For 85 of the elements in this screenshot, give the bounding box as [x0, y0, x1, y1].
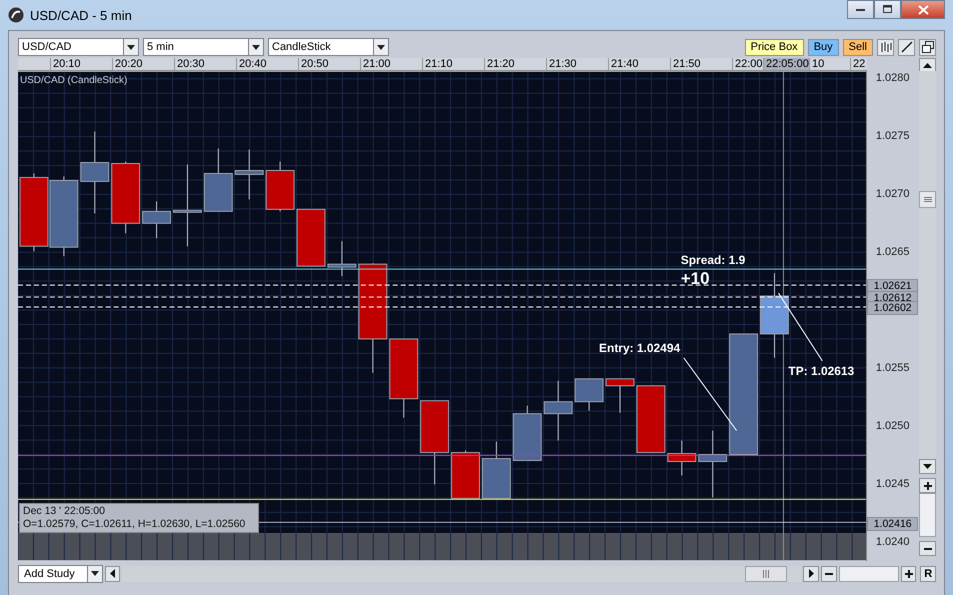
symbol-dropdown[interactable]: USD/CAD [18, 38, 139, 56]
time-label: 22 [850, 58, 866, 70]
minimize-button[interactable] [847, 0, 874, 19]
price-label: 1.0245 [874, 477, 910, 491]
window-title: USD/CAD - 5 min [30, 8, 132, 22]
price-label: 1.0280 [874, 71, 910, 85]
buy-button[interactable]: Buy [808, 38, 839, 56]
candlestick [234, 149, 264, 200]
plus-icon [924, 482, 932, 490]
chart-annotation: +10 [680, 269, 710, 288]
caret-icon [252, 44, 260, 50]
caret-icon [127, 44, 135, 50]
candlestick [606, 378, 634, 414]
maximize-button[interactable] [874, 0, 901, 19]
chart-annotation: Spread: 1.9 [680, 253, 746, 268]
left-arrow-icon [110, 569, 116, 578]
candlestick [204, 148, 233, 212]
scroll-right-button[interactable] [803, 566, 820, 582]
zoom-out-button[interactable] [919, 541, 936, 556]
sell-button[interactable]: Sell [842, 38, 873, 56]
time-label: 20:50 [298, 58, 329, 70]
candlestick [266, 161, 295, 212]
time-label: 21:40 [608, 58, 639, 70]
pencil-icon[interactable] [898, 38, 915, 56]
cursor-time-label: 22:05:00 [763, 58, 809, 70]
bars-icon[interactable] [877, 38, 894, 56]
caret-icon [377, 44, 385, 50]
caret-icon [90, 571, 99, 576]
minimize-icon [856, 8, 866, 12]
time-label: 20:40 [236, 58, 267, 70]
price-marker: 1.02416 [867, 517, 918, 531]
candlestick [574, 378, 604, 412]
info-date: Dec 13 ' 22:05:00 [23, 505, 106, 518]
zoom-in-button[interactable] [900, 566, 916, 582]
chart-title: USD/CAD (CandleStick) [20, 74, 128, 86]
chart-type-dropdown[interactable]: CandleStick [268, 38, 389, 56]
price-label: 1.0250 [874, 419, 910, 433]
price-label: 1.0270 [874, 187, 910, 201]
maximize-icon [882, 5, 892, 14]
candlestick [636, 385, 666, 454]
time-label: 21:20 [484, 58, 515, 70]
pricebox-button[interactable]: Price Box [744, 38, 804, 56]
candlestick [698, 430, 728, 498]
price-label: 1.0255 [874, 361, 910, 375]
time-label: 20:20 [112, 58, 143, 70]
time-label: 21:30 [546, 58, 577, 70]
down-arrow-icon [923, 464, 932, 469]
scroll-thumb[interactable] [745, 566, 788, 582]
plus-icon [904, 570, 913, 578]
zoom-in-button[interactable] [919, 478, 936, 493]
time-label: 20:30 [174, 58, 205, 70]
candlestick [512, 405, 542, 462]
candlestick [327, 240, 356, 277]
right-arrow-icon [808, 569, 814, 578]
close-icon [918, 4, 928, 14]
time-label: 20:10 [50, 58, 81, 70]
chart-annotation: Entry: 1.02494 [599, 340, 680, 355]
reset-button[interactable]: R [920, 566, 936, 582]
price-marker: 1.02602 [867, 301, 918, 315]
zoom-out-button[interactable] [821, 566, 837, 582]
time-label: 21:10 [422, 58, 453, 70]
scroll-left-button[interactable] [104, 566, 120, 582]
scroll-thumb[interactable] [919, 191, 936, 208]
leader-line [778, 292, 823, 362]
candlestick [482, 441, 511, 499]
price-label: 1.0240 [874, 535, 910, 549]
candlestick [296, 208, 326, 267]
time-label: 10 [809, 58, 824, 70]
time-label: 21:00 [360, 58, 391, 70]
up-arrow-icon [923, 63, 932, 68]
add-study-dropdown[interactable]: Add Study [18, 564, 103, 582]
info-ohlc: O=1.02579, C=1.02611, H=1.02630, L=1.02560 [23, 518, 246, 531]
candlestick [142, 200, 171, 239]
close-button[interactable] [901, 0, 945, 19]
restore-icon[interactable] [919, 38, 936, 56]
time-label: 21:50 [670, 58, 701, 70]
candlestick [667, 440, 696, 476]
candlestick [451, 450, 480, 499]
candlestick [544, 380, 573, 442]
price-label: 1.0265 [874, 245, 910, 259]
price-label: 1.0275 [874, 129, 910, 143]
app-logo-icon [8, 7, 24, 23]
scroll-down-button[interactable] [919, 459, 936, 474]
interval-dropdown[interactable]: 5 min [143, 38, 264, 56]
chart-annotation: TP: 1.02613 [788, 364, 854, 378]
